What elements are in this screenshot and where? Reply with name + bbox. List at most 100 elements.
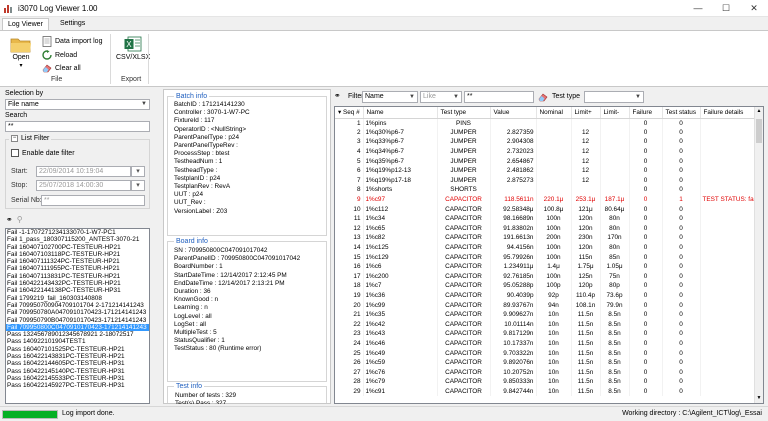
table-row[interactable]: 9 1%c97 CAPACITOR 118.5611n 220.1μ 253.1μ 187.…	[335, 194, 760, 205]
table-row[interactable]: 7 1%q19%p17-18 JUMPER 2.875273 12 0 0	[335, 175, 760, 186]
close-button[interactable]: ✕	[740, 0, 768, 17]
results-table: ▾ Seq # Name Test type Value Nominal Limit+ Li…	[335, 107, 760, 397]
table-row[interactable]: 3 1%q33%p6-7 JUMPER 2.904308 12 0 0	[335, 137, 760, 147]
file-list-item[interactable]: Fail 709950700904709101704 2-17121414124…	[6, 302, 149, 309]
list-filter-toggle[interactable]: − List Filter	[9, 135, 52, 142]
start-date-input[interactable]: 22/09/2014 10:19:04	[36, 166, 131, 177]
file-list-item[interactable]: Fail 160407111955PC-TESTEUR-HP21	[6, 265, 149, 272]
minimize-button[interactable]: —	[684, 0, 712, 17]
file-list-item[interactable]: Fail 1_pass_180307115200_ANTEST-3070-21	[6, 236, 149, 243]
scroll-up-icon[interactable]: ▲	[755, 107, 763, 116]
file-list-item[interactable]: Pass 160422145533PC-TESTEUR-HP31	[6, 375, 149, 382]
calendar-icon[interactable]: ▾	[131, 166, 145, 177]
search-input[interactable]: **	[5, 121, 150, 132]
table-row[interactable]: 13 1%c82 CAPACITOR 191.6613n 200n 230n 170n 0 0	[335, 233, 760, 243]
table-row[interactable]: 5 1%q35%p6-7 JUMPER 2.654867 12 0 0	[335, 156, 760, 166]
table-row[interactable]: 4 1%q34%p6-7 JUMPER 2.732023 12 0 0	[335, 146, 760, 157]
eraser-icon[interactable]	[538, 92, 548, 102]
table-row[interactable]: 1 1%pins PINS 0 0	[335, 118, 760, 128]
file-list-item[interactable]: Pass 132456789012345678921 2-18072517	[6, 331, 149, 338]
binoculars-icon[interactable]: ⚭	[6, 215, 13, 224]
column-header[interactable]: Nominal	[536, 107, 572, 119]
file-list-item[interactable]: Pass 160422145140PC-TESTEUR-HP31	[6, 368, 149, 375]
scrollbar-thumb[interactable]	[756, 119, 762, 143]
enable-date-filter-checkbox[interactable]: Enable date filter	[11, 149, 75, 157]
table-row[interactable]: 11 1%c34 CAPACITOR 98.16689n 100n 120n 80n 0 0	[335, 213, 760, 224]
calendar-icon[interactable]: ▾	[131, 180, 145, 191]
open-button[interactable]: Open ▾	[10, 35, 32, 69]
table-row[interactable]: 6 1%q19%p12-13 JUMPER 2.481862 12 0 0	[335, 165, 760, 176]
column-header[interactable]: Test type	[437, 107, 491, 119]
file-list-item[interactable]: Pass 140922101904TEST1	[6, 338, 149, 345]
table-row[interactable]: 19 1%c36 CAPACITOR 90.4039p 92p 110.4p 73.6p 0 0	[335, 290, 760, 301]
stop-date-input[interactable]: 25/07/2018 14:00:30	[36, 180, 131, 191]
file-list-item[interactable]: Fail 709950800C0470910170423-17121414124…	[6, 323, 149, 332]
file-list-item[interactable]: Pass 160422144605PC-TESTEUR-HP31	[6, 360, 149, 367]
table-row[interactable]: 23 1%c43 CAPACITOR 9.817129n 10n 11.5n 8.5n 0 0	[335, 329, 760, 339]
filter-text-input[interactable]: **	[464, 91, 534, 103]
filter-by-select[interactable]: Name ▼	[362, 91, 418, 103]
table-row[interactable]: 29 1%c91 CAPACITOR 9.842744n 10n 11.5n 8.5n 0 0	[335, 386, 760, 397]
table-row[interactable]: 21 1%c35 CAPACITOR 9.909627n 10n 11.5n 8.5n 0 0	[335, 309, 760, 320]
column-header[interactable]: Limit-	[600, 107, 630, 119]
table-row[interactable]: 28 1%c79 CAPACITOR 9.850333n 10n 11.5n 8.5n 0 0	[335, 377, 760, 387]
results-grid[interactable]: ▾ Seq # Name Test type Value Nominal Limit+ Li…	[334, 106, 764, 404]
table-row[interactable]: 2 1%q30%p6-7 JUMPER 2.827359 12 0 0	[335, 127, 760, 138]
table-row[interactable]: 12 1%c65 CAPACITOR 91.83802n 100n 120n 80n 0 0	[335, 223, 760, 234]
table-row[interactable]: 18 1%c7 CAPACITOR 95.05288p 100p 120p 80p 0 0	[335, 281, 760, 291]
reload-button[interactable]: Reload	[42, 50, 77, 60]
data-import-log-button[interactable]: Data import log	[42, 36, 102, 47]
table-cell: 1%c59	[363, 357, 438, 368]
file-list-item[interactable]: Fail 160407113831PC-TESTEUR-HP21	[6, 273, 149, 280]
tab-settings[interactable]: Settings	[55, 18, 90, 30]
table-cell: 10n	[536, 309, 572, 320]
clear-all-button[interactable]: Clear all	[42, 63, 81, 73]
table-row[interactable]: 10 1%c112 CAPACITOR 92.58348μ 100.8μ 121μ 80.6…	[335, 204, 760, 214]
table-row[interactable]: 8 1%shorts SHORTS 0 0	[335, 185, 760, 195]
file-list[interactable]: Fail -1-1707271234133070-1-W7-PC1 Fail 1_…	[5, 228, 150, 404]
tab-log-viewer[interactable]: Log Viewer	[2, 18, 49, 30]
binoculars-icon[interactable]: ⚭	[334, 91, 341, 100]
table-row[interactable]: 16 1%c6 CAPACITOR 1.234911μ 1.4μ 1.75μ 1.05μ 0 0	[335, 261, 760, 272]
file-list-item[interactable]: Fail 709950780A0470910170423-17121414124…	[6, 309, 149, 316]
maximize-button[interactable]: ☐	[712, 0, 740, 17]
table-row[interactable]: 15 1%c129 CAPACITOR 95.79926n 100n 115n 85n 0 0	[335, 252, 760, 262]
test-type-select[interactable]: ▼	[584, 91, 644, 103]
column-header[interactable]: Test status	[662, 107, 701, 119]
table-row[interactable]: 22 1%c42 CAPACITOR 10.01114n 10n 11.5n 8.5n 0 0	[335, 319, 760, 330]
serial-nb-input[interactable]: **	[41, 195, 145, 206]
operator-select[interactable]: Like ▼	[420, 91, 462, 103]
table-row[interactable]: 17 1%c200 CAPACITOR 92.76185n 100n 125n 75n 0 0	[335, 271, 760, 282]
column-header[interactable]: ▾ Seq #	[335, 107, 364, 119]
export-csv-xlsx-button[interactable]: X CSV/XLSX	[116, 36, 150, 61]
table-row[interactable]: 14 1%c125 CAPACITOR 94.4156n 100n 120n 80n 0 0	[335, 242, 760, 253]
file-list-item[interactable]: Fail 160422144138PC-TESTEUR-HP31	[6, 287, 149, 294]
file-list-item[interactable]: Fail 160407111324PC-TESTEUR-HP21	[6, 258, 149, 265]
search-icon[interactable]: ⚲	[17, 215, 23, 224]
table-row[interactable]: 24 1%c46 CAPACITOR 10.17337n 10n 11.5n 8.5n 0 0	[335, 338, 760, 349]
table-cell: 8.5n	[600, 367, 630, 378]
column-header[interactable]: Limit+	[571, 107, 601, 119]
column-header[interactable]: Name	[363, 107, 438, 119]
table-cell: 12	[571, 146, 601, 157]
file-list-item[interactable]: Pass 160422143831PC-TESTEUR-HP21	[6, 353, 149, 360]
vertical-scrollbar[interactable]: ▲ ▼	[754, 107, 763, 403]
column-header[interactable]: Value	[490, 107, 537, 119]
file-list-item[interactable]: Pass 160422145927PC-TESTEUR-HP31	[6, 382, 149, 389]
file-list-item[interactable]: Fail 1799219_fail_160303140808	[6, 295, 149, 302]
table-row[interactable]: 25 1%c49 CAPACITOR 9.703322n 10n 11.5n 8.5n 0 0	[335, 348, 760, 358]
table-row[interactable]: 27 1%c76 CAPACITOR 10.20752n 10n 11.5n 8.5n 0 0	[335, 367, 760, 378]
file-list-item[interactable]: Fail 160422143432PC-TESTEUR-HP21	[6, 280, 149, 287]
selection-by-select[interactable]: File name ▼	[5, 99, 150, 110]
table-cell	[700, 338, 760, 349]
scroll-down-icon[interactable]: ▼	[755, 394, 763, 403]
table-row[interactable]: 26 1%c59 CAPACITOR 9.892076n 10n 11.5n 8.5n 0 0	[335, 357, 760, 368]
column-header[interactable]: Failure	[629, 107, 663, 119]
file-list-item[interactable]: Fail 709950790B0470910170423-17121414124…	[6, 317, 149, 324]
file-list-item[interactable]: Pass 160407101525PC-TESTEUR-HP21	[6, 346, 149, 353]
file-list-item[interactable]: Fail -1-1707271234133070-1-W7-PC1	[6, 229, 149, 236]
table-row[interactable]: 20 1%c99 CAPACITOR 89.93767n 94n 108.1n 79.9n 0…	[335, 300, 760, 310]
column-header[interactable]: Failure details	[700, 107, 760, 119]
file-list-item[interactable]: Fail 160407103118PC-TESTEUR-HP21	[6, 251, 149, 258]
file-list-item[interactable]: Fail 160407102700PC-TESTEUR-HP21	[6, 244, 149, 251]
